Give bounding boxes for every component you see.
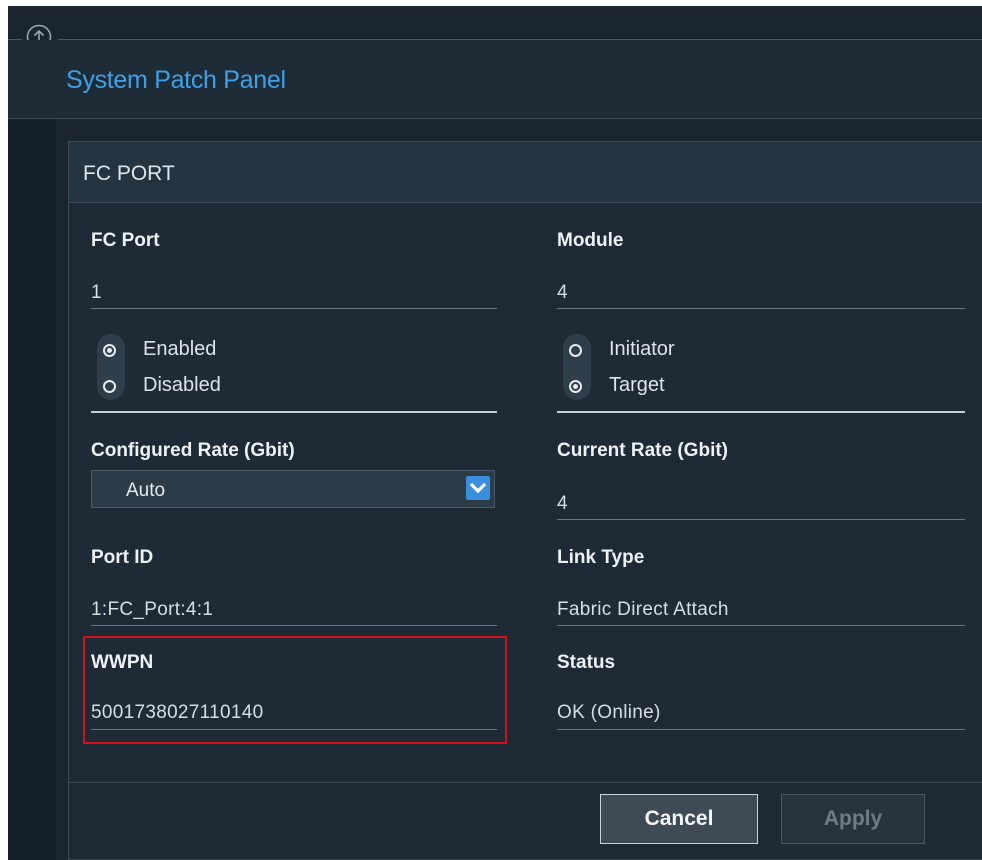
status-label: Status — [557, 652, 616, 673]
configured-rate-select[interactable]: Auto — [91, 470, 495, 508]
radio-target[interactable]: Target — [561, 374, 861, 404]
radio-label: Target — [609, 374, 665, 396]
fc-port-value: 1 — [91, 282, 102, 303]
role-radio-group: Initiator Target — [561, 332, 861, 404]
port-id-label: Port ID — [91, 547, 154, 568]
radio-button[interactable] — [103, 344, 116, 357]
state-underline — [91, 411, 497, 413]
status-underline — [557, 729, 965, 730]
status-value: OK (Online) — [557, 702, 661, 723]
left-strip — [8, 119, 56, 860]
app-window: System Patch Panel FC PORT FC Port 1 Ena… — [8, 6, 982, 860]
current-rate-underline — [557, 519, 965, 520]
wwpn-label: WWPN — [91, 652, 154, 673]
fc-port-label: FC Port — [91, 230, 160, 251]
current-rate-label: Current Rate (Gbit) — [557, 440, 728, 461]
module-value: 4 — [557, 282, 568, 303]
radio-label: Disabled — [143, 374, 221, 396]
wwpn-underline — [91, 729, 497, 730]
link-type-value: Fabric Direct Attach — [557, 599, 729, 620]
cancel-button[interactable]: Cancel — [600, 794, 758, 844]
module-label: Module — [557, 230, 624, 251]
fc-port-panel: FC PORT FC Port 1 Enabled Disabled Confi… — [68, 141, 982, 860]
radio-button[interactable] — [103, 380, 116, 393]
wwpn-value: 5001738027110140 — [91, 702, 264, 723]
role-underline — [557, 411, 965, 413]
radio-enabled[interactable]: Enabled — [95, 338, 395, 368]
footer-divider — [69, 782, 982, 783]
link-type-underline — [557, 625, 965, 626]
radio-label: Enabled — [143, 338, 217, 360]
configured-rate-label: Configured Rate (Gbit) — [91, 440, 295, 461]
port-id-value: 1:FC_Port:4:1 — [91, 599, 214, 620]
port-id-underline — [91, 625, 497, 626]
apply-button[interactable]: Apply — [781, 794, 925, 844]
title-bar: System Patch Panel — [8, 40, 982, 119]
panel-title: FC PORT — [83, 162, 175, 185]
panel-header: FC PORT — [69, 142, 982, 203]
radio-initiator[interactable]: Initiator — [561, 338, 861, 368]
state-radio-group: Enabled Disabled — [95, 332, 395, 404]
radio-label: Initiator — [609, 338, 675, 360]
link-type-label: Link Type — [557, 547, 645, 568]
current-rate-value: 4 — [557, 493, 568, 514]
fc-port-underline — [91, 308, 497, 309]
radio-button[interactable] — [569, 380, 582, 393]
chevron-down-icon[interactable] — [466, 476, 490, 500]
configured-rate-value: Auto — [126, 480, 166, 501]
module-underline — [557, 308, 965, 309]
radio-button[interactable] — [569, 344, 582, 357]
radio-disabled[interactable]: Disabled — [95, 374, 395, 404]
page-title: System Patch Panel — [66, 66, 286, 94]
